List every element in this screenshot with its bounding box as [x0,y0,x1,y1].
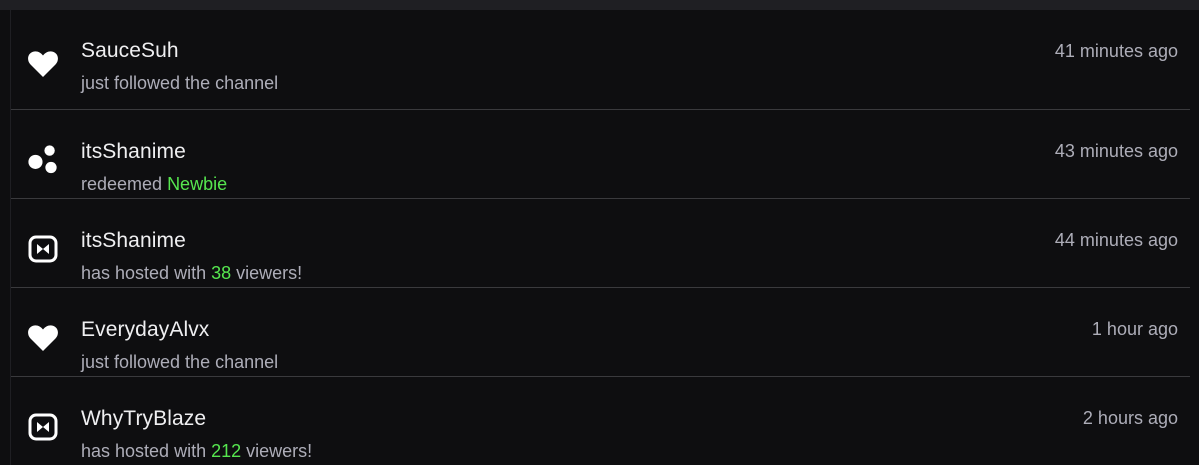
activity-feed: SauceSuh just followed the channel 41 mi… [10,10,1199,465]
timestamp: 43 minutes ago [1054,141,1178,161]
activity-detail: redeemed Newbie [81,174,228,194]
top-bar [0,0,1199,10]
username[interactable]: itsShanime [81,229,186,253]
activity-item[interactable]: itsShanime redeemed Newbie 43 minutes ag… [11,110,1190,199]
activity-detail: has hosted with 38 viewers! [81,263,303,283]
activity-item[interactable]: itsShanime has hosted with 38 viewers! 4… [11,199,1190,288]
activity-detail: just followed the channel [81,352,279,372]
activity-item[interactable]: WhyTryBlaze has hosted with 212 viewers!… [11,377,1190,465]
channel-points-icon [27,144,59,176]
host-icon [27,411,59,443]
heart-icon [27,322,59,354]
timestamp: 41 minutes ago [1054,41,1178,61]
activity-item[interactable]: EverydayAlvx just followed the channel 1… [11,288,1190,377]
activity-item[interactable]: SauceSuh just followed the channel 41 mi… [11,10,1190,110]
timestamp: 1 hour ago [1091,319,1178,339]
username[interactable]: EverydayAlvx [81,318,209,342]
host-icon [27,233,59,265]
activity-detail: just followed the channel [81,73,279,93]
activity-detail: has hosted with 212 viewers! [81,441,313,461]
timestamp: 44 minutes ago [1054,230,1178,250]
username[interactable]: WhyTryBlaze [81,407,206,431]
timestamp: 2 hours ago [1082,408,1178,428]
username[interactable]: SauceSuh [81,39,179,63]
username[interactable]: itsShanime [81,140,186,164]
heart-icon [27,48,59,80]
